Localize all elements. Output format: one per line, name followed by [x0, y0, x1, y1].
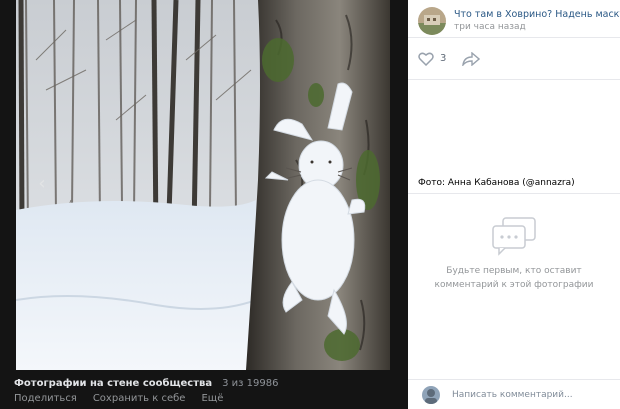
comment-input-row[interactable]: Написать комментарий...: [408, 379, 620, 409]
author-row: Что там в Ховрино? Надень маску три часа…: [408, 0, 620, 38]
community-avatar[interactable]: [418, 7, 446, 35]
save-link[interactable]: Сохранить к себе: [93, 393, 186, 404]
photo-panel: ‹ › Фотографии на стене сообщества 3 из …: [0, 0, 408, 409]
caption-text: Фото: Анна Кабанова (@annazra): [418, 178, 575, 188]
album-title[interactable]: Фотографии на стене сообщества: [14, 378, 212, 389]
post-time[interactable]: три часа назад: [454, 21, 620, 34]
like-button[interactable]: 3: [418, 52, 446, 66]
share-button[interactable]: [462, 51, 481, 66]
photo-caption: Фото: Анна Кабанова (@annazra): [408, 80, 620, 194]
more-link[interactable]: Ещё: [201, 393, 223, 404]
heart-icon: [418, 52, 434, 66]
empty-comments-text: Будьте первым, кто оставит комментарий к…: [434, 266, 594, 290]
actions-row: 3: [408, 38, 620, 80]
comment-input[interactable]: Написать комментарий...: [452, 390, 573, 400]
like-count: 3: [440, 53, 447, 64]
comment-bubble-icon: [492, 217, 536, 256]
chevron-right-icon[interactable]: ›: [388, 172, 390, 196]
chevron-left-icon[interactable]: ‹: [34, 172, 50, 196]
author-name[interactable]: Что там в Ховрино? Надень маску: [454, 8, 620, 21]
user-avatar[interactable]: [422, 385, 440, 404]
empty-comments: Будьте первым, кто оставит комментарий к…: [408, 200, 620, 292]
photo-counter: 3 из 19986: [222, 378, 279, 389]
share-link[interactable]: Поделиться: [14, 393, 77, 404]
photo-meta: Фотографии на стене сообщества 3 из 1998…: [14, 378, 398, 404]
photo-viewer: ‹ › Фотографии на стене сообщества 3 из …: [0, 0, 620, 409]
share-arrow-icon: [462, 51, 481, 66]
info-sidebar: Что там в Ховрино? Надень маску три часа…: [408, 0, 620, 409]
photo-image[interactable]: ‹ ›: [16, 0, 390, 370]
